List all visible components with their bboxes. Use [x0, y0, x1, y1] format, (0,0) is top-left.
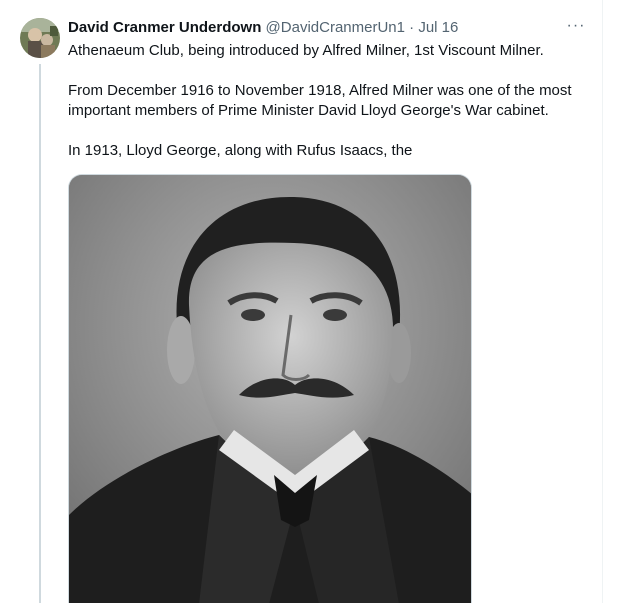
author-name[interactable]: David Cranmer Underdown	[68, 19, 261, 36]
avatar-image	[20, 18, 60, 58]
thread-line	[39, 64, 41, 603]
more-options-icon[interactable]: ···	[565, 15, 587, 37]
avatar[interactable]	[20, 18, 60, 58]
tweet-text-paragraph-3: In 1913, Lloyd George, along with Rufus …	[68, 142, 413, 159]
tweet[interactable]: David Cranmer Underdown @DavidCranmerUn1…	[0, 0, 603, 603]
tweet-text-paragraph-1: Athenaeum Club, being introduced by Alfr…	[68, 42, 544, 59]
separator-dot: ·	[409, 19, 415, 36]
tweet-text-paragraph-2: From December 1916 to November 1918, Alf…	[68, 82, 572, 119]
portrait-photo	[69, 175, 471, 603]
tweet-header: David Cranmer Underdown @DavidCranmerUn1…	[68, 17, 458, 39]
tweet-media-photo[interactable]	[68, 174, 472, 603]
tweet-timestamp[interactable]: Jul 16	[418, 19, 458, 36]
author-handle[interactable]: @DavidCranmerUn1	[266, 19, 405, 36]
